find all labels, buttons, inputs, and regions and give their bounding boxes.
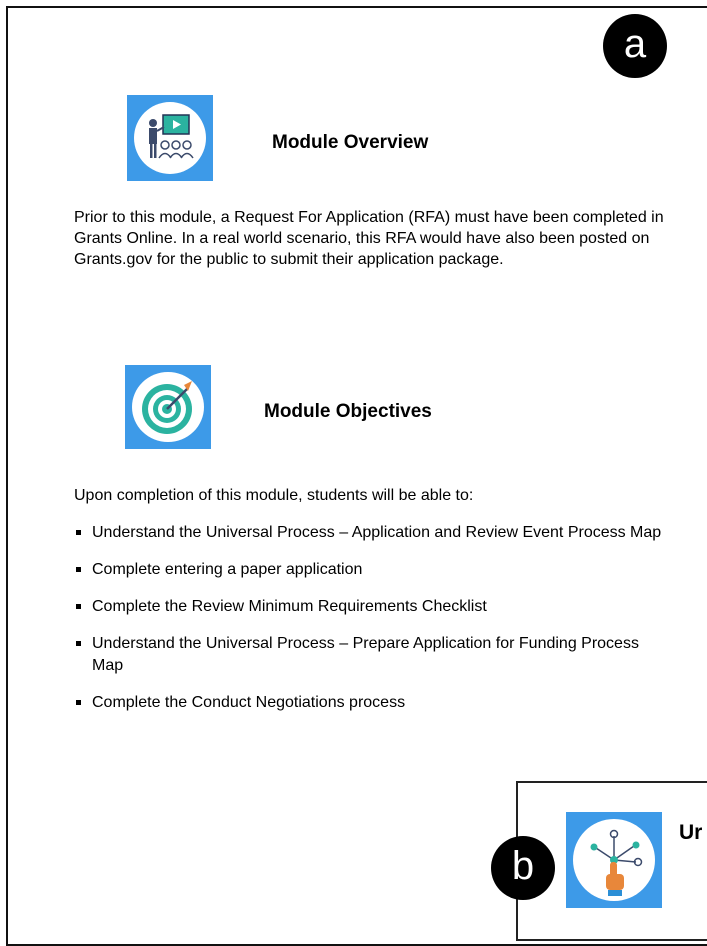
overview-icon-tile (127, 95, 213, 181)
overview-paragraph: Prior to this module, a Request For Appl… (74, 209, 664, 268)
label-badge-a: a (603, 14, 667, 78)
overview-heading: Module Overview (272, 132, 429, 153)
list-item: Understand the Universal Process – Appli… (74, 522, 674, 544)
objectives-intro: Upon completion of this module, students… (74, 487, 474, 504)
objectives-icon-tile (125, 365, 211, 449)
card-title-fragment: Ur (679, 821, 703, 844)
objectives-heading: Module Objectives (264, 401, 432, 422)
touch-network-icon (590, 829, 643, 896)
card-icon-tile (566, 812, 662, 908)
presentation-icon (149, 114, 194, 159)
list-item: Complete the Review Minimum Requirements… (74, 596, 674, 618)
list-item: Understand the Universal Process – Prepa… (74, 633, 674, 677)
list-item: Complete the Conduct Negotiations proces… (74, 692, 674, 714)
objectives-list: Understand the Universal Process – Appli… (74, 522, 674, 729)
list-item: Complete entering a paper application (74, 559, 674, 581)
label-badge-b: b (491, 836, 555, 900)
target-icon (142, 381, 192, 434)
